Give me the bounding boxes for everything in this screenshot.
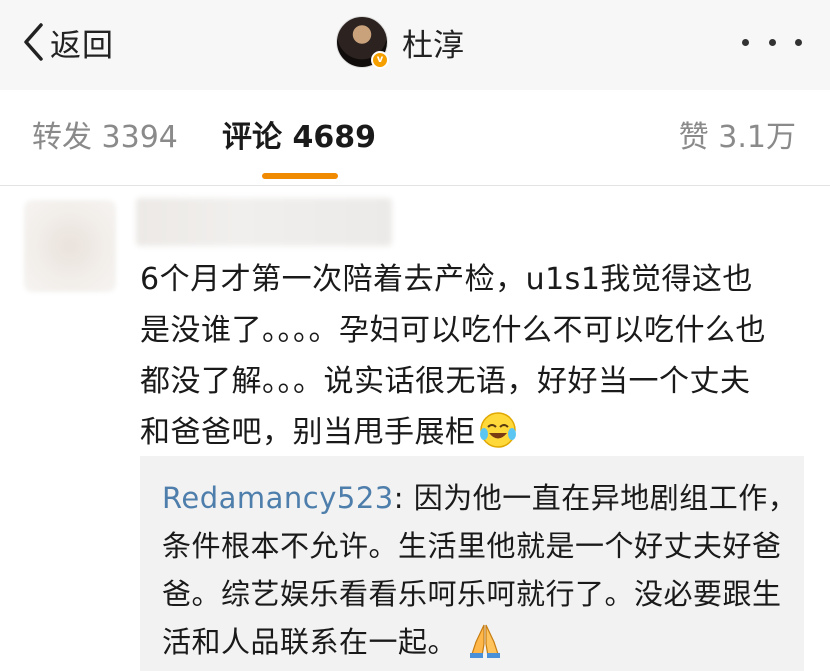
chevron-left-icon (22, 22, 44, 62)
verified-badge-icon: v (371, 51, 389, 69)
folded-hands-emoji-icon (465, 620, 505, 660)
profile-header[interactable]: v 杜淳 (336, 15, 464, 69)
laughing-crying-emoji-icon (478, 410, 518, 450)
top-nav-bar: 返回 v 杜淳 (0, 0, 830, 90)
more-dot (742, 38, 749, 46)
commenter-avatar-blurred[interactable] (24, 200, 116, 292)
avatar[interactable]: v (336, 16, 389, 69)
engagement-tabs: 转发 3394 评论 4689 赞 3.1万 (0, 90, 830, 186)
tab-likes[interactable]: 赞 3.1万 (679, 118, 796, 158)
reply-separator: : (393, 481, 414, 515)
back-label: 返回 (50, 27, 114, 64)
comment-text: 6个月才第一次陪着去产检，u1s1我觉得这也是没谁了。。。。孕妇可以吃什么不可以… (140, 262, 766, 450)
more-dot (768, 38, 776, 46)
tab-repost[interactable]: 转发 3394 (32, 118, 178, 158)
profile-username: 杜淳 (402, 27, 464, 64)
comment-body: 6个月才第一次陪着去产检，u1s1我觉得这也是没谁了。。。。孕妇可以吃什么不可以… (140, 254, 780, 458)
reply-username-link[interactable]: Redamancy523 (162, 481, 394, 515)
more-options-icon[interactable] (742, 32, 802, 52)
back-button[interactable]: 返回 (22, 20, 114, 64)
tab-comments[interactable]: 评论 4689 (222, 118, 376, 158)
reply-box[interactable]: Redamancy523: 因为他一直在异地剧组工作，条件根本不允许。生活里他就… (140, 456, 804, 671)
more-dot (795, 38, 802, 46)
active-tab-indicator (262, 173, 338, 179)
commenter-name-blurred[interactable] (136, 198, 392, 246)
